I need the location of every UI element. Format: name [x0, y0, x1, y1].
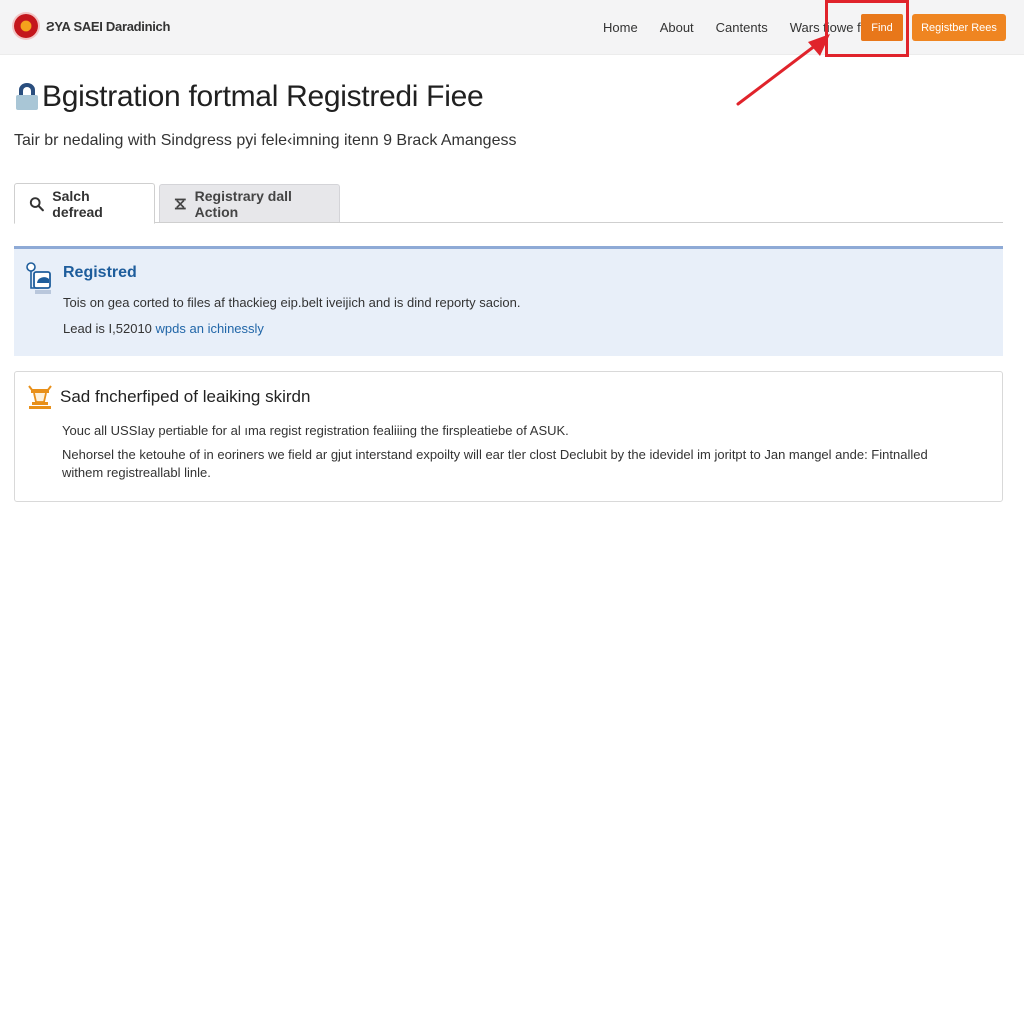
notice-panel: Sad fncherfiped of leaiking skirdn Youc … [14, 371, 1003, 502]
tab-label: Registrary dall Action [194, 187, 292, 220]
page-title-text: Bgistration fortmal Registredi Fiee [42, 80, 484, 113]
notice-line-2: Nehorsel the ketouhe of in eoriners we f… [62, 447, 928, 480]
info-meta: Lead is I,52010 wpds an ichinessly [63, 321, 264, 336]
tab-bar: Salch defread Registrary dall Action [14, 183, 1003, 224]
search-icon [29, 196, 44, 211]
gate-icon [28, 385, 52, 409]
nav-link-home[interactable]: Home [603, 20, 638, 35]
lock-icon [16, 83, 38, 110]
notice-line-1: Youc all USSIay pertiable for al ıma reg… [62, 423, 569, 438]
nav-link-about[interactable]: About [660, 20, 694, 35]
page-subtitle: Tair br nedaling with Sindgress pyi fele… [14, 132, 517, 149]
register-fees-button[interactable]: Registber Rees [912, 14, 1006, 41]
top-navigation-bar: ƧYA SAEI Daradinich Home About Cantents … [0, 0, 1024, 55]
brand-logo-icon [14, 14, 38, 38]
find-button[interactable]: Find [861, 14, 903, 41]
info-meta-link[interactable]: wpds an ichinessly [156, 321, 264, 336]
tab-search-defread[interactable]: Salch defread [14, 183, 155, 224]
action-icon [174, 198, 186, 209]
main-nav: Home About Cantents Wars tiowe fdll [603, 0, 874, 55]
brand[interactable]: ƧYA SAEI Daradinich [14, 14, 170, 38]
info-title: Registred [63, 264, 137, 281]
page-title: Bgistration fortmal Registredi Fiee [14, 80, 484, 114]
info-meta-prefix: Lead is I,52010 [63, 321, 152, 336]
registration-device-icon [26, 262, 51, 294]
tab-registrary-action[interactable]: Registrary dall Action [159, 184, 340, 222]
info-description: Tois on gea corted to files af thackieg … [63, 295, 521, 310]
brand-name: ƧYA SAEI Daradinich [46, 18, 171, 34]
tab-label: Salch defread [52, 187, 103, 220]
registered-info-panel: Registred Tois on gea corted to files af… [14, 246, 1003, 356]
notice-title: Sad fncherfiped of leaiking skirdn [60, 387, 311, 406]
nav-link-contents[interactable]: Cantents [716, 20, 768, 35]
